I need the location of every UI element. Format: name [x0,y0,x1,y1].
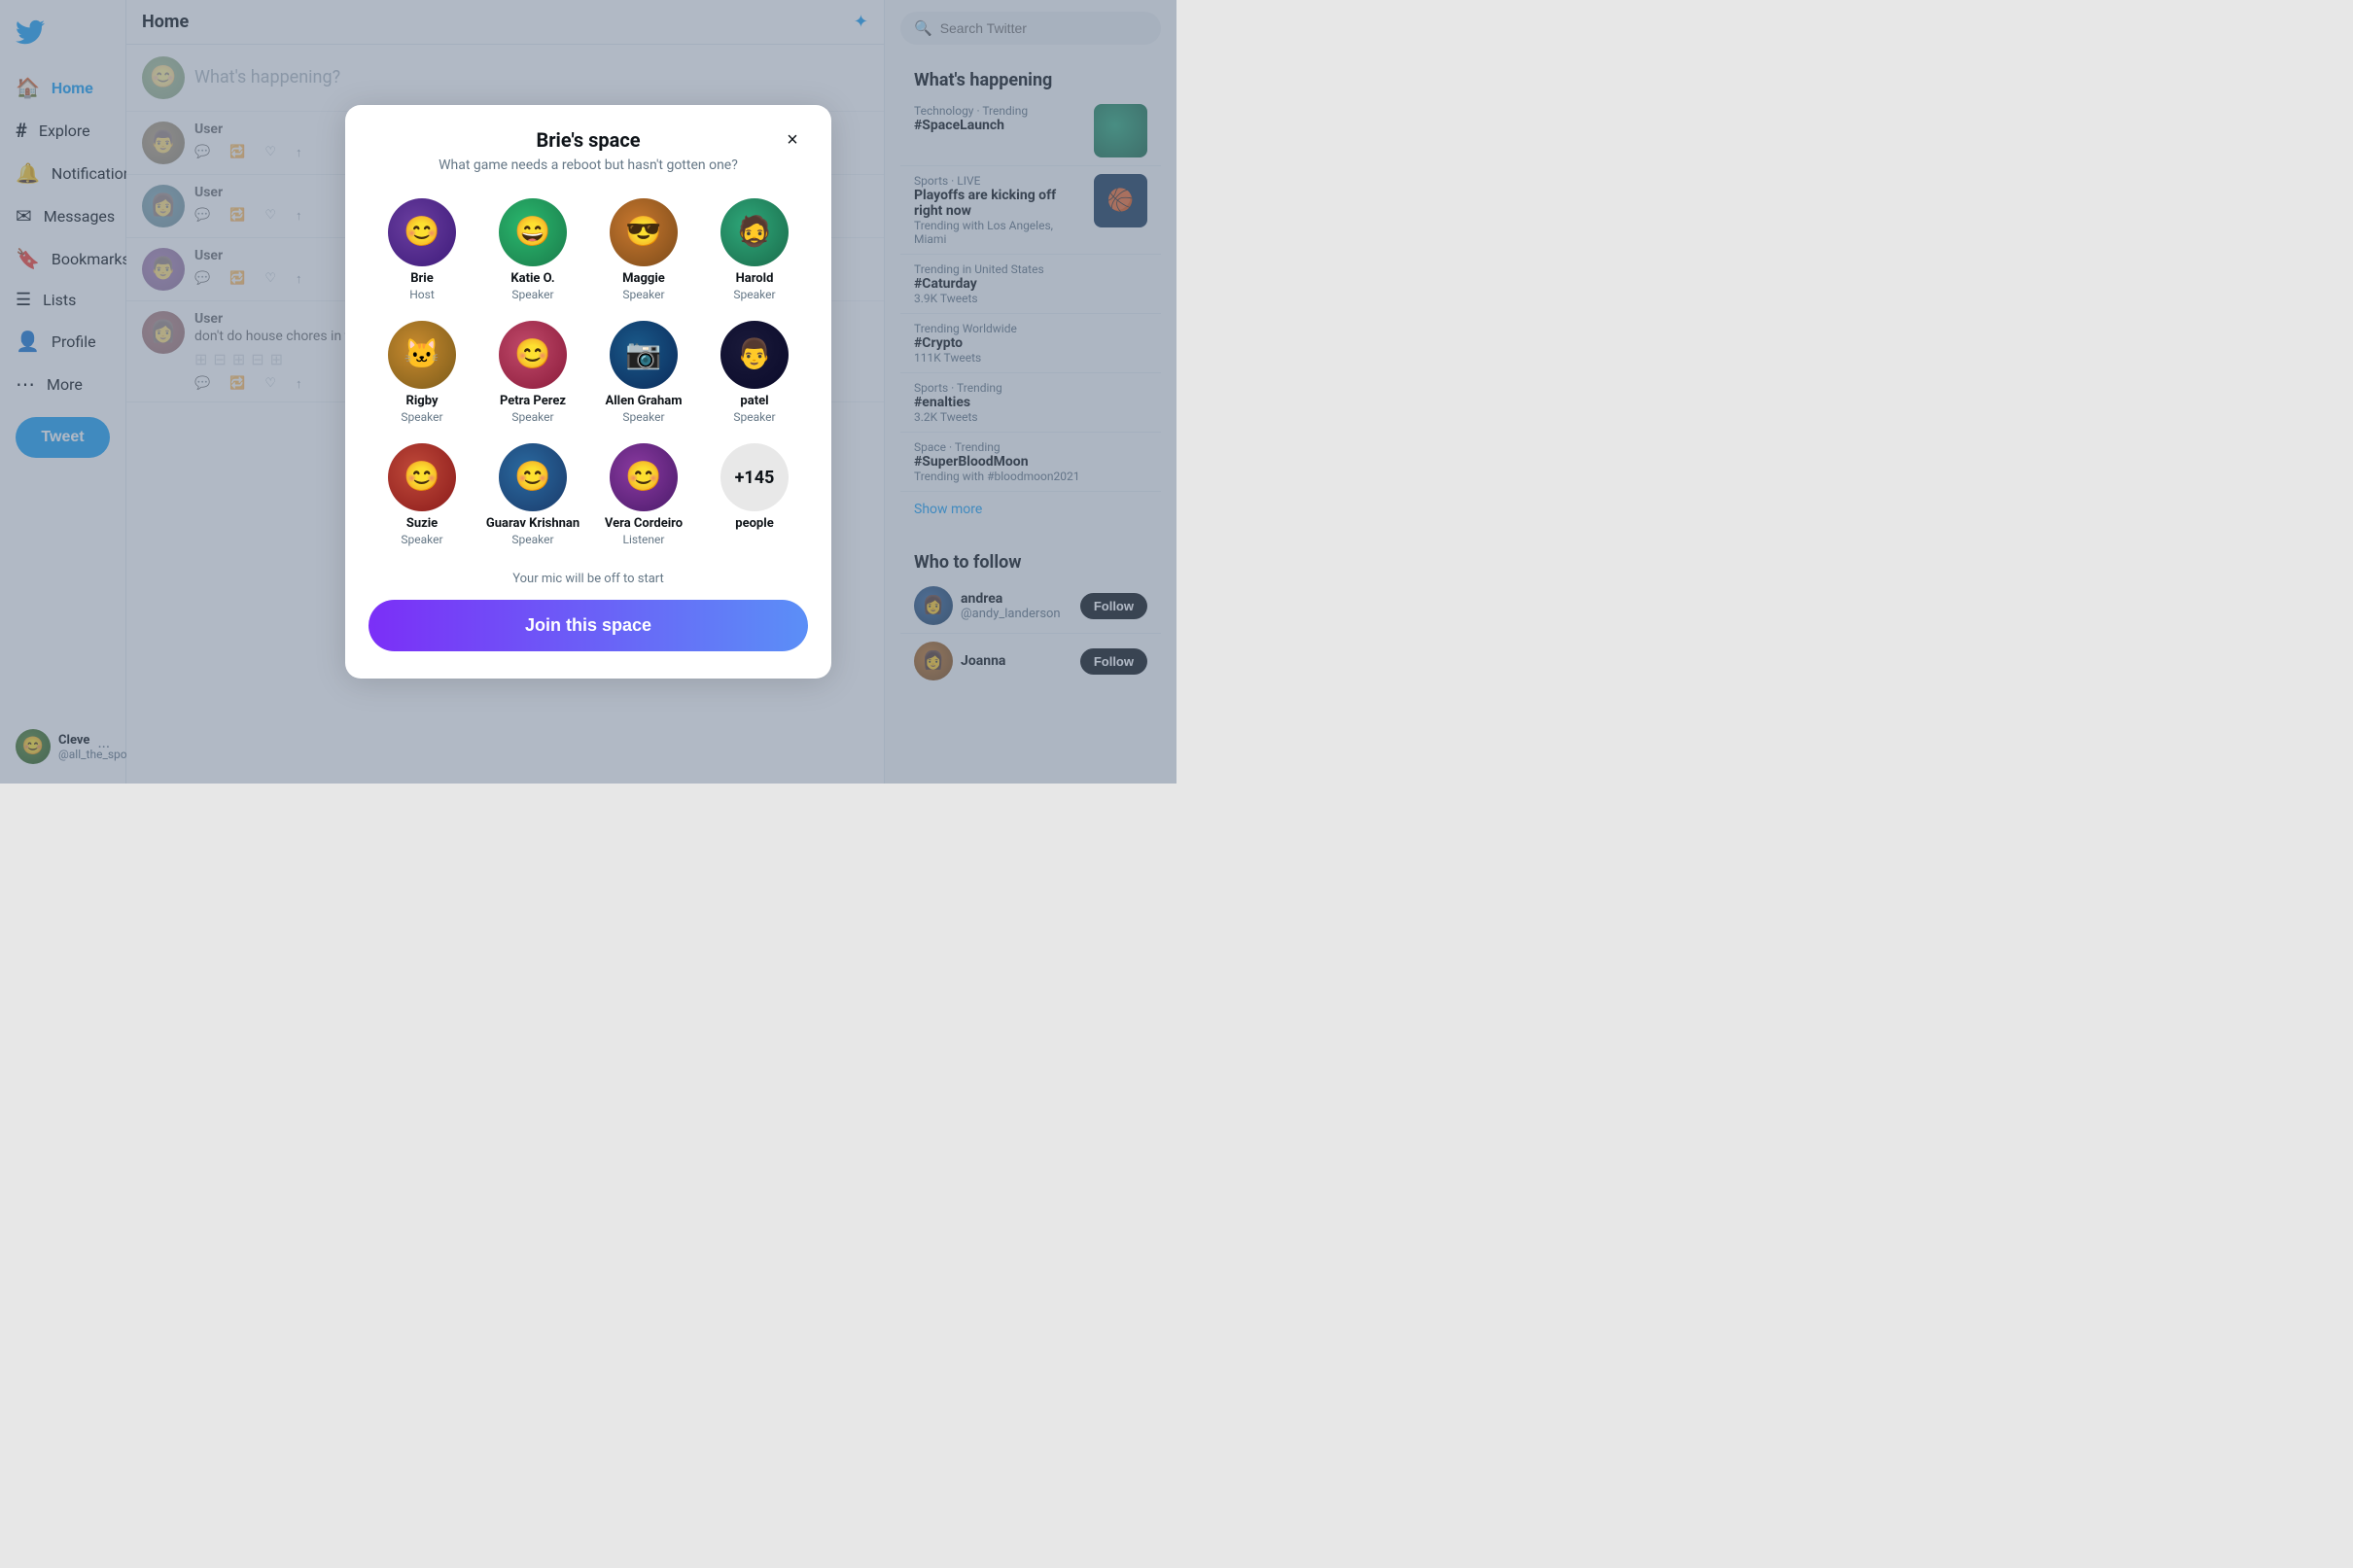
modal-header: Brie's space × [369,128,808,152]
participant-role-harold: Speaker [733,288,775,301]
participant-name-allen: Allen Graham [605,394,682,408]
participant-role-brie: Host [409,288,435,301]
participant-role-guarav: Speaker [511,533,553,546]
participant-brie: 😊 Brie Host [369,192,475,307]
participant-katie: 😄 Katie O. Speaker [479,192,586,307]
modal-overlay[interactable]: Brie's space × What game needs a reboot … [0,0,1176,784]
participant-name-katie: Katie O. [510,271,554,286]
participant-suzie: 😊 Suzie Speaker [369,437,475,552]
participant-avatar-katie: 😄 [499,198,567,266]
participant-avatar-maggie: 😎 [610,198,678,266]
participant-avatar-allen: 📷 [610,321,678,389]
participant-role-vera: Listener [623,533,665,546]
participant-name-guarav: Guarav Krishnan [486,516,579,531]
participant-role-rigby: Speaker [401,410,442,424]
participant-role-suzie: Speaker [401,533,442,546]
modal-subtitle: What game needs a reboot but hasn't gott… [369,157,808,173]
participant-avatar-harold: 🧔 [720,198,789,266]
participant-avatar-suzie: 😊 [388,443,456,511]
participant-vera: 😊 Vera Cordeiro Listener [590,437,697,552]
participant-role-petra: Speaker [511,410,553,424]
participant-name-patel: patel [740,394,768,408]
participant-role-patel: Speaker [733,410,775,424]
participant-avatar-brie: 😊 [388,198,456,266]
participant-maggie: 😎 Maggie Speaker [590,192,697,307]
participant-role-maggie: Speaker [622,288,664,301]
participant-name-brie: Brie [410,271,434,286]
participant-patel: 👨 patel Speaker [701,315,808,430]
join-space-button[interactable]: Join this space [369,600,808,651]
participant-guarav: 😊 Guarav Krishnan Speaker [479,437,586,552]
plus-count-circle: +145 [720,443,789,511]
participant-avatar-rigby: 🐱 [388,321,456,389]
participant-avatar-guarav: 😊 [499,443,567,511]
participant-name-rigby: Rigby [406,394,439,408]
participant-name-maggie: Maggie [622,271,665,286]
participant-avatar-vera: 😊 [610,443,678,511]
participant-avatar-petra: 😊 [499,321,567,389]
participant-role-katie: Speaker [511,288,553,301]
participant-petra: 😊 Petra Perez Speaker [479,315,586,430]
participant-name-harold: Harold [736,271,774,286]
participants-grid: 😊 Brie Host 😄 Katie O. Speaker 😎 Maggie … [369,192,808,552]
participant-allen: 📷 Allen Graham Speaker [590,315,697,430]
participant-avatar-patel: 👨 [720,321,789,389]
participant-harold: 🧔 Harold Speaker [701,192,808,307]
participant-rigby: 🐱 Rigby Speaker [369,315,475,430]
mic-note: Your mic will be off to start [369,572,808,586]
plus-count: +145 [735,468,775,488]
participant-name-vera: Vera Cordeiro [605,516,683,531]
participant-plus: +145 people [701,437,808,552]
modal-title: Brie's space [536,128,640,152]
space-modal: Brie's space × What game needs a reboot … [345,105,831,679]
participant-name-petra: Petra Perez [500,394,566,408]
participant-name-suzie: Suzie [406,516,438,531]
plus-label: people [735,516,773,531]
participant-role-allen: Speaker [622,410,664,424]
modal-close-button[interactable]: × [777,124,808,156]
